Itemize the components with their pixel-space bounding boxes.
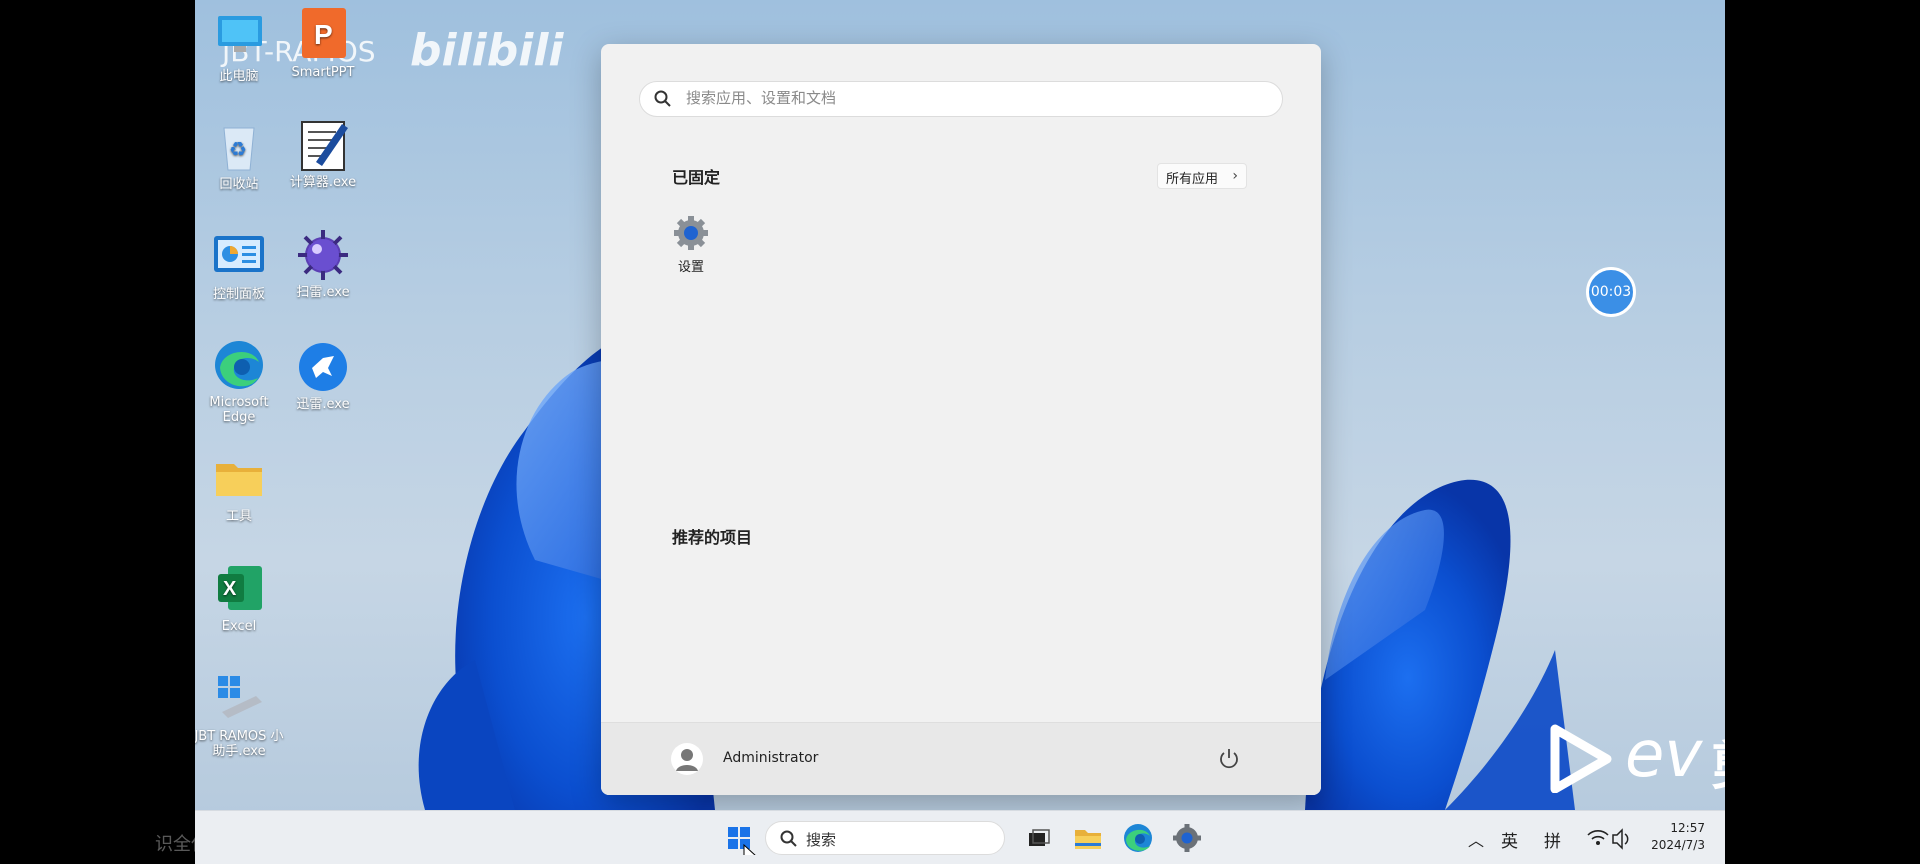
desktop-icon-recycle-bin[interactable]: ♻ 回收站 bbox=[195, 120, 283, 192]
svg-text:X: X bbox=[223, 578, 237, 600]
pinned-app-label: 设置 bbox=[677, 260, 704, 275]
clock-date: 2024/7/3 bbox=[1651, 838, 1705, 852]
show-hidden-icons-button[interactable]: ︿ bbox=[1468, 827, 1484, 851]
pinned-app-settings[interactable]: 设置 bbox=[653, 214, 729, 275]
folder-icon bbox=[212, 452, 266, 506]
desktop-icon-excel[interactable]: X Excel bbox=[195, 562, 283, 634]
bilibili-watermark: bilibili bbox=[410, 25, 564, 76]
start-menu: 已固定 所有应用 › 设置 推荐的项目 bbox=[601, 44, 1321, 795]
taskbar-search[interactable]: 搜索 bbox=[765, 821, 1005, 855]
desktop-icon-label: Excel bbox=[221, 619, 257, 634]
notepad-icon bbox=[296, 118, 350, 172]
clock-time: 12:57 bbox=[1670, 821, 1705, 835]
user-icon bbox=[676, 749, 698, 771]
svg-text:P: P bbox=[314, 19, 333, 50]
ime-mode-indicator[interactable]: 拼 bbox=[1544, 827, 1561, 852]
settings-gear-icon bbox=[674, 216, 708, 250]
start-button[interactable] bbox=[722, 821, 758, 864]
desktop-icon-minesweeper[interactable]: 扫雷.exe bbox=[279, 228, 367, 300]
desktop-screen: JBT-RAMOS bilibili 此电脑 P SmartPPT ♻ 回收站 … bbox=[195, 0, 1725, 864]
edge-taskbar-button[interactable] bbox=[1121, 821, 1155, 855]
pinned-title: 已固定 bbox=[672, 168, 721, 187]
network-volume-button[interactable] bbox=[1585, 821, 1633, 855]
computer-icon bbox=[212, 12, 266, 66]
wifi-volume-icon bbox=[1587, 828, 1629, 850]
task-view-button[interactable] bbox=[1021, 821, 1055, 855]
desktop-icon-label: 迅雷.exe bbox=[296, 397, 350, 412]
file-explorer-button[interactable] bbox=[1071, 821, 1105, 855]
desktop-icon-label: 此电脑 bbox=[219, 69, 259, 84]
desktop-icon-this-pc[interactable]: 此电脑 bbox=[195, 12, 283, 84]
ime-language-indicator[interactable]: 英 bbox=[1501, 827, 1518, 852]
desktop-icon-label: 控制面板 bbox=[212, 287, 265, 302]
settings-gear-icon bbox=[1173, 824, 1201, 852]
smartppt-icon: P bbox=[296, 8, 350, 62]
power-icon bbox=[1220, 749, 1238, 769]
edge-icon bbox=[212, 338, 266, 392]
all-apps-button[interactable]: 所有应用 › bbox=[1157, 163, 1247, 189]
desktop-icon-label: 回收站 bbox=[219, 177, 259, 192]
desktop-icon-calculator[interactable]: 计算器.exe bbox=[279, 118, 367, 190]
desktop-icon-tools-folder[interactable]: 工具 bbox=[195, 452, 283, 524]
desktop-icon-label: Microsoft Edge bbox=[209, 395, 269, 425]
windows-logo-icon bbox=[728, 827, 758, 864]
settings-taskbar-button[interactable] bbox=[1170, 821, 1204, 855]
recycle-bin-icon: ♻ bbox=[212, 120, 266, 174]
start-menu-footer: Administrator bbox=[601, 722, 1321, 795]
desktop-icon-label: SmartPPT bbox=[291, 65, 355, 80]
desktop-icon-label: 工具 bbox=[225, 509, 252, 524]
ev-text: ev bbox=[1625, 718, 1703, 792]
installer-icon bbox=[212, 672, 266, 726]
desktop-icon-label: JBT RAMOS 小助手.exe bbox=[195, 729, 284, 759]
recommended-title: 推荐的项目 bbox=[672, 528, 753, 547]
excel-icon: X bbox=[212, 562, 266, 616]
taskbar-search-label: 搜索 bbox=[806, 831, 837, 849]
search-icon bbox=[780, 830, 797, 847]
minesweeper-icon bbox=[296, 228, 350, 282]
user-avatar[interactable] bbox=[671, 743, 703, 775]
chevron-right-icon: › bbox=[1232, 168, 1238, 184]
folder-icon bbox=[1075, 830, 1101, 849]
user-name[interactable]: Administrator bbox=[723, 750, 818, 766]
edge-icon bbox=[1124, 824, 1152, 852]
start-search-input[interactable] bbox=[684, 88, 1268, 108]
taskbar: 搜索 ︿ 英 拼 12:57 2024/7/3 bbox=[195, 810, 1725, 864]
power-button[interactable] bbox=[1215, 745, 1243, 773]
desktop-icon-label: 计算器.exe bbox=[289, 175, 357, 190]
all-apps-label: 所有应用 bbox=[1166, 172, 1219, 187]
desktop-icon-jbt-ramos-helper[interactable]: JBT RAMOS 小助手.exe bbox=[195, 672, 287, 759]
system-clock[interactable]: 12:57 2024/7/3 bbox=[1635, 820, 1705, 854]
desktop-icon-edge[interactable]: Microsoft Edge bbox=[195, 338, 283, 425]
desktop-icon-control-panel[interactable]: 控制面板 bbox=[195, 230, 283, 302]
control-panel-icon bbox=[212, 230, 266, 284]
svg-text:♻: ♻ bbox=[229, 137, 247, 161]
desktop-icon-smartppt[interactable]: P SmartPPT bbox=[279, 8, 367, 80]
play-logo-icon bbox=[1550, 724, 1612, 793]
desktop-icon-thunder[interactable]: 迅雷.exe bbox=[279, 340, 367, 412]
thunder-icon bbox=[296, 340, 350, 394]
recording-timer[interactable]: 00:03 bbox=[1586, 267, 1636, 317]
task-view-icon bbox=[1029, 829, 1050, 846]
search-icon bbox=[654, 90, 671, 107]
start-search-box[interactable] bbox=[639, 81, 1283, 117]
desktop-icon-label: 扫雷.exe bbox=[296, 285, 350, 300]
